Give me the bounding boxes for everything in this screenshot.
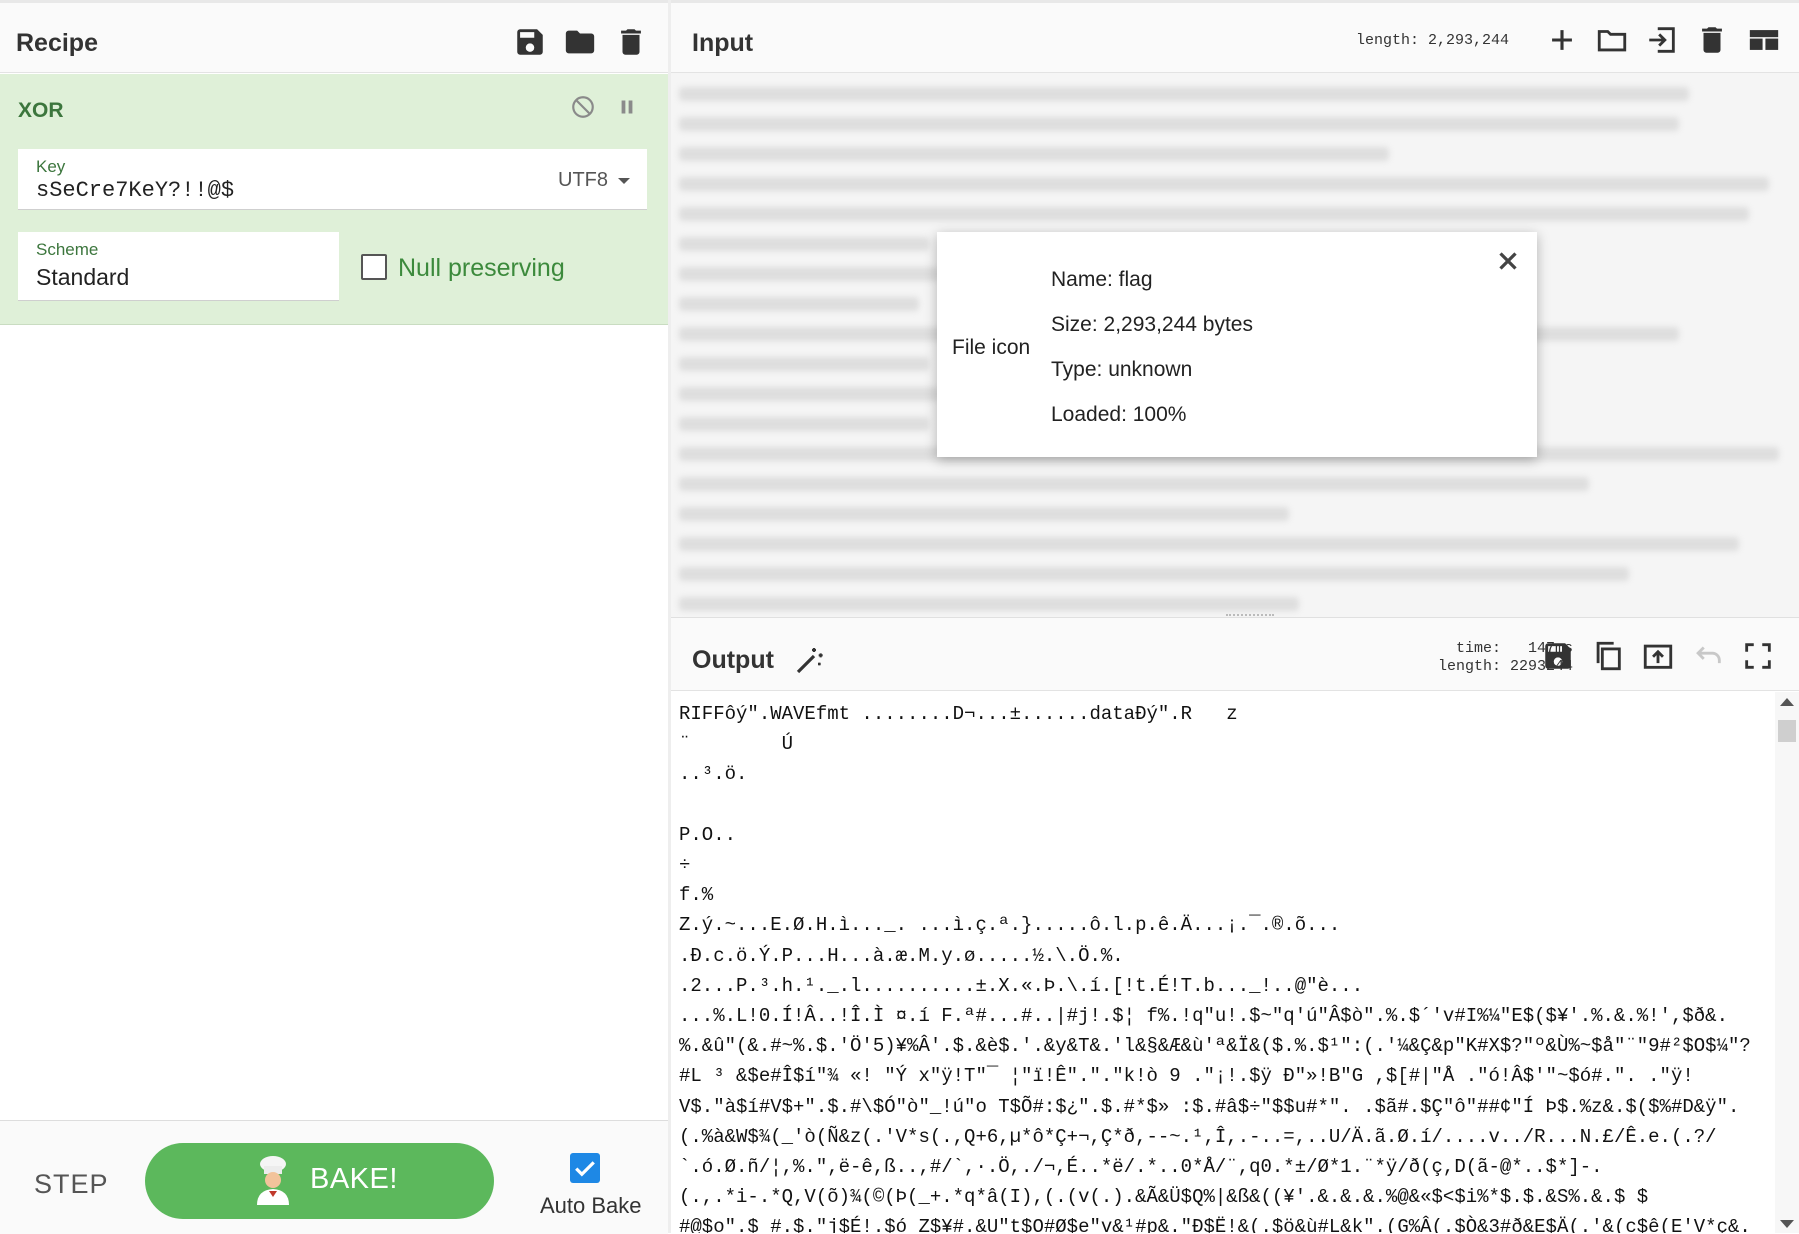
key-field[interactable]: Key sSeCre7KeY?!!@$ UTF8 [18,149,647,210]
add-icon[interactable] [1545,23,1579,57]
output-line: #L ³ &$e#Î$í"¾ «! "Ý x"ÿ!T"¯ ¦"ï!Ê"."."k… [679,1065,1694,1088]
scroll-down-icon[interactable] [1780,1220,1794,1228]
file-name: Name: flag [1051,268,1153,291]
chef-icon [251,1155,295,1205]
output-scrollbar[interactable] [1775,692,1799,1233]
key-input[interactable]: sSeCre7KeY?!!@$ [36,178,234,203]
output-line: (.%à&W$¾(_'ò(Ñ&z(.'V*s(.,Q+6,µ*ô*Ç+¬,Ç*ð… [679,1125,1717,1148]
file-size: Size: 2,293,244 bytes [1051,313,1253,336]
key-label: Key [36,157,66,176]
file-type: Type: unknown [1051,358,1193,381]
output-line: %.&û"(&.#~%.$.'Ö'5)¥%Â'.$.&è$.'.&y&T&.'l… [679,1035,1751,1058]
input-length: length: 2,293,244 [1356,32,1510,49]
close-icon[interactable] [1493,246,1523,276]
controls-bar: STEP BAKE! Auto Bake [0,1120,668,1234]
output-line: #@$o".$_#.$."j$É!.$ó Z$¥#.&U"t$O#Ø$e"v&¹… [679,1216,1751,1233]
output-line: ...%.L!0.Í!Â..!Î.Ì ¤.í F.ª#...#..|#j!.$¦… [679,1005,1728,1028]
output-line: `.ó.Ø.ñ/¦,%.",ë-ê,ß..,#/`,·.Ö,./¬,É..*ë/… [679,1156,1603,1179]
bake-button[interactable]: BAKE! [145,1143,494,1219]
auto-bake-label: Auto Bake [540,1193,642,1218]
open-file-icon[interactable] [1645,23,1679,57]
file-icon: File icon [952,336,1031,359]
layout-icon[interactable] [1747,23,1781,57]
input-header: Input length: 2,293,244 [671,0,1799,73]
output-line: .Ð.c.ö.Ý.P...H...à.æ.M.y.ø.....½.\.Ö.%. [679,944,1124,967]
trash-icon[interactable] [614,25,648,59]
scrollbar-thumb[interactable] [1778,720,1796,742]
clear-input-icon[interactable] [1695,23,1729,57]
output-text[interactable]: RIFFôý".WAVEfmt ........D¬...±......data… [679,699,1779,1233]
output-line: (.,.*i-.*Q,V(õ)¾(©(Þ(_+.*q*â(I),(.(v(.).… [679,1186,1649,1209]
input-title: Input [692,29,754,57]
bake-label: BAKE! [310,1163,398,1195]
folder-icon[interactable] [563,25,597,59]
scroll-up-icon[interactable] [1780,698,1794,706]
open-folder-icon[interactable] [1595,23,1629,57]
disable-icon[interactable] [570,94,596,120]
output-line: Z.ý.~...E.Ø.H.ì..._. ...ì.ç.ª.}.....ô.l.… [679,914,1341,937]
output-line: V$."à$í#V$+".$.#\$Ó"ò"_!ú"o T$Õ#:$¿".$.#… [679,1095,1740,1118]
auto-bake-checkbox[interactable] [570,1153,600,1183]
scheme-select[interactable]: Scheme Standard [18,232,339,301]
null-preserving-checkbox[interactable] [361,254,387,280]
null-preserving-label: Null preserving [398,254,565,282]
recipe-header: Recipe [0,0,668,73]
file-loaded: Loaded: 100% [1051,403,1187,426]
output-line: RIFFôý".WAVEfmt ........D¬...±......data… [679,703,1238,725]
recipe-panel: Recipe XOR Key sSeCre7KeY?!!@$ UTF8 Sche… [0,0,668,1234]
scheme-label: Scheme [36,240,99,259]
xor-operation: XOR Key sSeCre7KeY?!!@$ UTF8 Scheme Stan… [0,74,668,325]
output-line: .2...P.³.h.¹._.l..........±.X.«.Þ.\.í.[!… [679,974,1364,997]
output-stats: time: 147ms length: 2293244 [1311,640,1573,676]
scheme-value: Standard [36,264,130,290]
recipe-title: Recipe [16,29,98,57]
magic-wand-icon[interactable] [794,644,826,676]
pause-icon[interactable] [614,94,640,120]
operation-name: XOR [18,99,64,122]
key-encoding-dropdown[interactable]: UTF8 [558,169,630,192]
output-line: f.% [679,884,714,907]
file-details-popup: File icon Name: flag Size: 2,293,244 byt… [937,232,1537,457]
output-line: ÷ [679,854,691,877]
caret-down-icon [617,177,630,184]
save-icon[interactable] [513,25,547,59]
length-label: length: [1437,658,1501,675]
replace-input-icon[interactable] [1641,639,1675,673]
output-line: ..³.ö. [679,763,748,786]
check-icon [575,1161,595,1177]
output-line: ¨ Ú [679,733,794,756]
copy-icon[interactable] [1591,639,1625,673]
output-title: Output [692,646,774,674]
output-header: Output time: 147ms length: 2293244 [671,617,1799,691]
output-panel: Output time: 147ms length: 2293244 RIFFô… [671,614,1799,1233]
step-button[interactable]: STEP [34,1169,109,1200]
time-label: time: [1455,640,1501,657]
save-output-icon[interactable] [1541,639,1575,673]
undo-icon[interactable] [1691,639,1725,673]
key-encoding-value: UTF8 [558,169,608,191]
maximise-icon[interactable] [1741,639,1775,673]
output-line: P.O.. [679,823,737,846]
